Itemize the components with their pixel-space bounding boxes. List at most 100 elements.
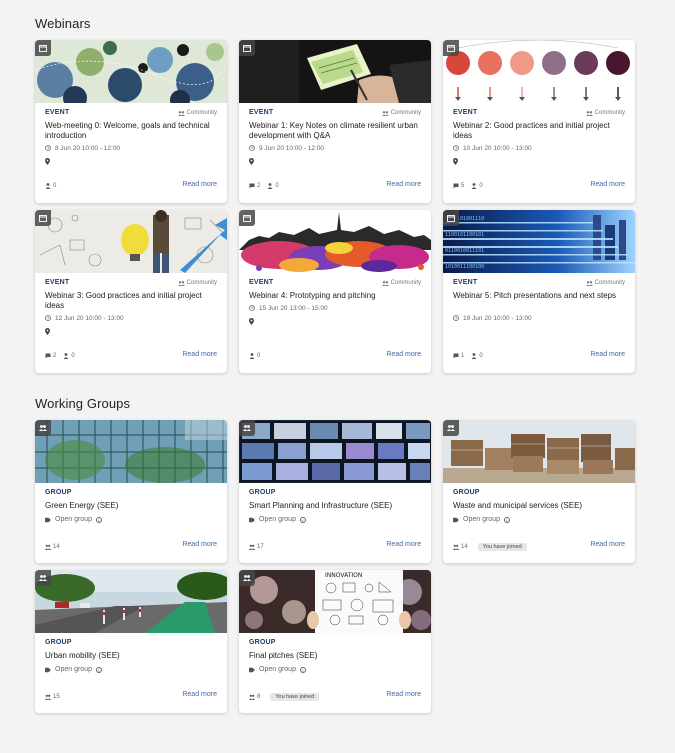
webinars-section-title: Webinars [35,16,91,31]
location-pin-icon [45,327,217,335]
group-title[interactable]: Green Energy (SEE) [45,501,217,511]
location-pin-icon [453,157,625,165]
group-icon [35,570,51,586]
members-icon [45,694,51,700]
group-image: INNOVATION [239,570,431,633]
event-card[interactable]: EVENT Community Web-meeting 0: Welcome, … [35,40,227,203]
group-card[interactable]: INNOVATION GROUP Final pitches (SEE) Ope… [239,570,431,713]
event-image [35,210,227,273]
person-icon [471,183,477,189]
event-datetime: 15 Jun 20 13:00 - 15:00 [249,304,421,312]
people-icon [177,110,185,116]
event-card[interactable]: 0101101001110 1100101100101 011001001110… [443,210,635,373]
event-stats: 0 [249,353,264,359]
event-image [35,40,227,103]
group-icon [239,420,255,436]
clock-icon [45,315,51,321]
info-icon: i [503,516,510,523]
read-more-link[interactable]: Read more [182,351,217,358]
group-title[interactable]: Urban mobility (SEE) [45,651,217,661]
open-group-tag: Open group i [45,516,217,523]
info-icon: i [299,516,306,523]
calendar-icon [239,40,255,56]
read-more-link[interactable]: Read more [182,541,217,548]
group-card[interactable]: GROUP Waste and municipal services (SEE)… [443,420,635,563]
community-tag: Community [177,280,217,286]
event-datetime: 19 Jun 20 10:00 - 13:00 [453,314,625,322]
event-title[interactable]: Webinar 5: Pitch presentations and next … [453,291,625,311]
calendar-icon [35,40,51,56]
event-image [239,40,431,103]
group-type-label: GROUP [249,489,276,496]
community-tag: Community [585,110,625,116]
group-card[interactable]: GROUP Green Energy (SEE) Open group i 14 … [35,420,227,563]
tag-icon [249,517,255,522]
calendar-icon [35,210,51,226]
location-pin-icon [249,317,421,325]
group-stats: 14 [45,544,64,550]
people-icon [585,280,593,286]
tag-icon [453,517,459,522]
info-icon: i [95,666,102,673]
group-title[interactable]: Final pitches (SEE) [249,651,421,661]
read-more-link[interactable]: Read more [590,541,625,548]
community-tag: Community [381,110,421,116]
svg-text:1010011100100: 1010011100100 [445,264,484,270]
read-more-link[interactable]: Read more [182,691,217,698]
event-title[interactable]: Webinar 1: Key Notes on climate resilien… [249,121,421,141]
read-more-link[interactable]: Read more [386,691,421,698]
person-icon [249,353,255,359]
joined-badge: You have joined [477,543,527,551]
group-icon [239,570,255,586]
group-title[interactable]: Waste and municipal services (SEE) [453,501,625,511]
read-more-link[interactable]: Read more [386,541,421,548]
event-card[interactable]: EVENT Community Webinar 3: Good practice… [35,210,227,373]
members-icon [45,544,51,550]
group-image [35,570,227,633]
read-more-link[interactable]: Read more [386,351,421,358]
event-title[interactable]: Webinar 3: Good practices and initial pr… [45,291,217,311]
group-image [239,420,431,483]
event-title[interactable]: Webinar 4: Prototyping and pitching [249,291,421,301]
event-stats: 5 0 [453,183,487,189]
group-stats: 8 You have joined [249,693,320,701]
read-more-link[interactable]: Read more [590,351,625,358]
event-datetime: 8 Jun 20 10:00 - 12:00 [45,144,217,152]
members-icon [249,694,255,700]
community-tag: Community [177,110,217,116]
info-icon: i [95,516,102,523]
read-more-link[interactable]: Read more [590,181,625,188]
group-type-label: GROUP [45,489,72,496]
people-icon [381,110,389,116]
group-card[interactable]: GROUP Urban mobility (SEE) Open group i 1… [35,570,227,713]
joined-badge: You have joined [270,693,320,701]
event-title[interactable]: Web-meeting 0: Welcome, goals and techni… [45,121,217,141]
location-pin-icon [45,157,217,165]
person-icon [45,183,51,189]
event-card[interactable]: EVENT Community Webinar 1: Key Notes on … [239,40,431,203]
event-card[interactable]: EVENT Community Webinar 4: Prototyping a… [239,210,431,373]
person-icon [63,353,69,359]
event-title[interactable]: Webinar 2: Good practices and initial pr… [453,121,625,141]
comment-icon [453,353,459,359]
read-more-link[interactable]: Read more [386,181,421,188]
people-icon [585,110,593,116]
info-icon: i [299,666,306,673]
read-more-link[interactable]: Read more [182,181,217,188]
group-type-label: GROUP [249,639,276,646]
calendar-icon [443,210,459,226]
svg-text:0110010011101: 0110010011101 [445,248,484,254]
open-group-tag: Open group i [453,516,625,523]
working-groups-section-title: Working Groups [35,396,131,411]
svg-text:1100101100101: 1100101100101 [445,232,484,238]
event-stats: 2 0 [249,183,283,189]
event-card[interactable]: EVENT Community Webinar 2: Good practice… [443,40,635,203]
calendar-icon [443,40,459,56]
group-title[interactable]: Smart Planning and Infrastructure (SEE) [249,501,421,511]
person-icon [471,353,477,359]
event-stats: 1 0 [453,353,487,359]
people-icon [381,280,389,286]
group-stats: 17 [249,544,268,550]
group-card[interactable]: GROUP Smart Planning and Infrastructure … [239,420,431,563]
clock-icon [249,145,255,151]
